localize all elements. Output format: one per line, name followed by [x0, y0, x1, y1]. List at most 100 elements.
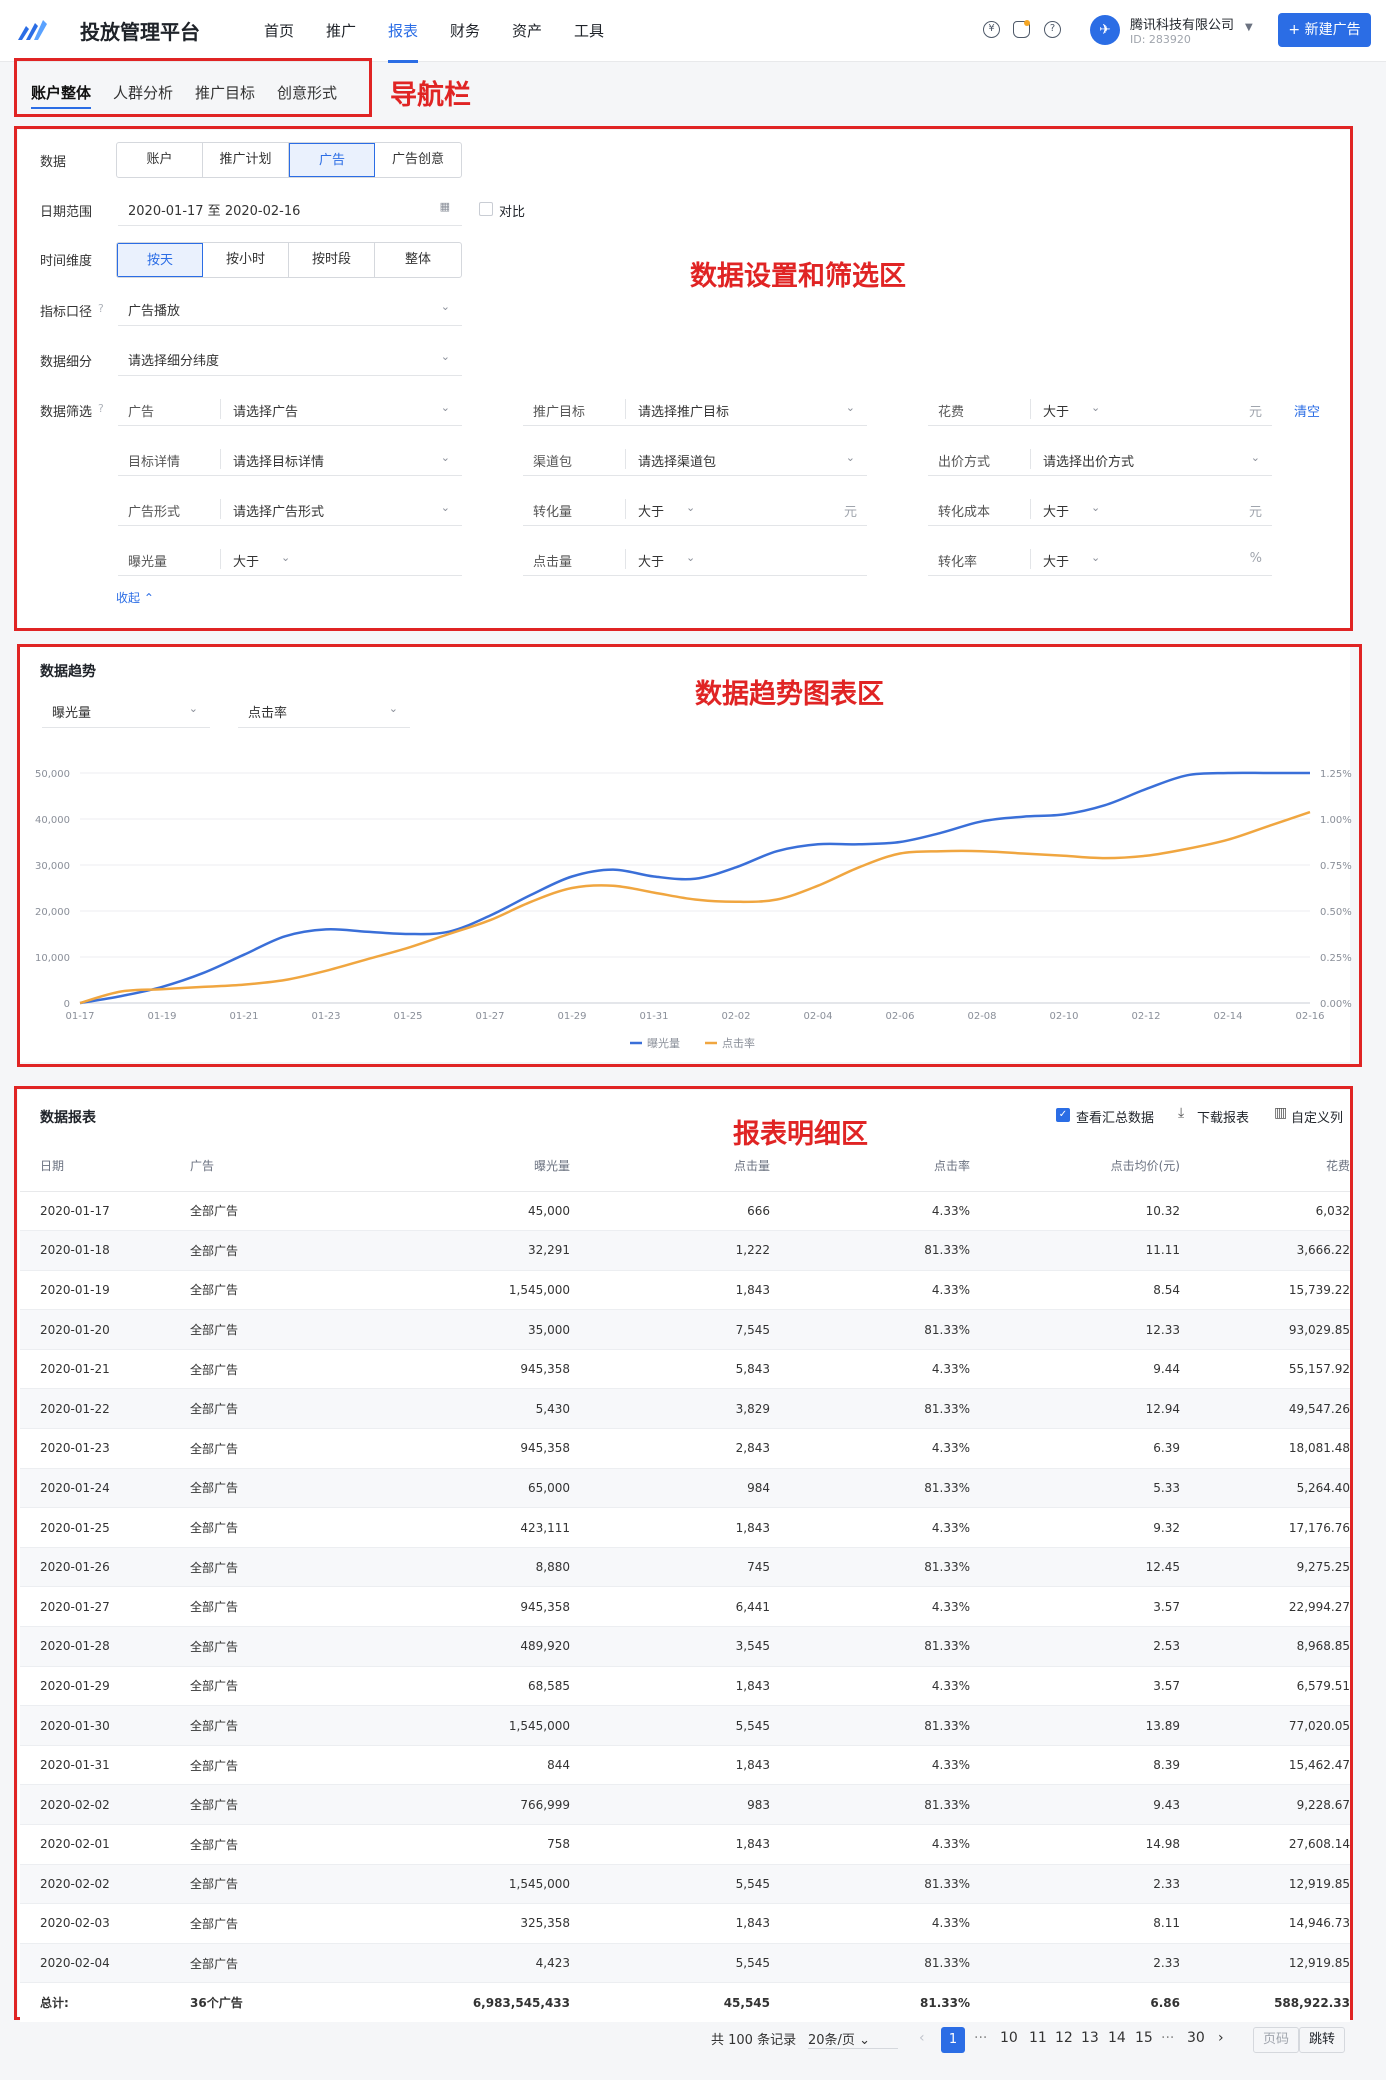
col-clicks[interactable]: 点击量 [570, 1141, 770, 1192]
cell-ad: 全部广告 [170, 1547, 340, 1588]
cell-cost: 3,666.22 [1180, 1230, 1350, 1271]
cell-cost: 9,228.67 [1180, 1784, 1350, 1825]
col-date[interactable]: 日期 [20, 1141, 170, 1192]
table-header-row: 日期 广告 曝光量 点击量 点击率 点击均价(元) 花费 [20, 1141, 1350, 1192]
x-tick: 02-14 [1213, 1011, 1242, 1022]
page-ellipsis[interactable]: ··· [974, 2030, 987, 2046]
prev-page-icon[interactable]: ‹ [919, 2030, 925, 2046]
download-report-button[interactable]: 下载报表 [1197, 1107, 1249, 1126]
cell-date: 2020-01-18 [20, 1230, 170, 1271]
page-13[interactable]: 13 [1081, 2030, 1099, 2046]
cell-cpc: 12.45 [970, 1547, 1180, 1588]
table-row: 2020-01-18 全部广告 32,291 1,222 81.33% 11.11 3,66… [20, 1230, 1350, 1271]
cell-impressions: 5,430 [340, 1388, 570, 1430]
custom-columns-button[interactable]: 自定义列 [1291, 1107, 1343, 1126]
page-1[interactable]: 1 [941, 2027, 965, 2053]
jump-button[interactable]: 跳转 [1299, 2027, 1345, 2053]
table-row: 2020-01-26 全部广告 8,880 745 81.33% 12.45 9,275.2… [20, 1547, 1350, 1588]
cell-ctr: 4.33% [770, 1507, 970, 1548]
cell-impressions: 489,920 [340, 1626, 570, 1667]
page-11[interactable]: 11 [1029, 2030, 1047, 2046]
cell-clicks: 745 [570, 1547, 770, 1588]
x-tick: 02-02 [721, 1011, 750, 1022]
col-cpc[interactable]: 点击均价(元) [970, 1141, 1180, 1192]
col-ctr[interactable]: 点击率 [770, 1141, 970, 1192]
x-tick: 01-21 [229, 1011, 258, 1022]
cell-date: 2020-01-20 [20, 1309, 170, 1350]
y-right-tick: 0.50% [1320, 907, 1352, 918]
cell-date: 2020-01-21 [20, 1349, 170, 1390]
table-total-row: 总计: 36个广告 6,983,545,433 45,545 81.33% 6.86 588… [20, 1982, 1350, 2023]
legend-label: 曝光量 [647, 1036, 680, 1050]
series-line-2 [79, 810, 1311, 1005]
cell-cost: 6,579.51 [1180, 1666, 1350, 1707]
download-icon[interactable]: ⤓ [1178, 1105, 1184, 1121]
cell-ctr: 4.33% [770, 1428, 970, 1469]
page-14[interactable]: 14 [1108, 2030, 1126, 2046]
cell-impressions: 945,358 [340, 1349, 570, 1390]
table-row: 2020-01-20 全部广告 35,000 7,545 81.33% 12.33 93,0… [20, 1309, 1350, 1350]
page-ellipsis[interactable]: ··· [1161, 2030, 1174, 2046]
cell-cost: 18,081.48 [1180, 1428, 1350, 1469]
cell-ctr: 4.33% [770, 1349, 970, 1390]
cell-impressions: 1,545,000 [340, 1705, 570, 1746]
page-size-select[interactable]: 20条/页 ⌄ [808, 2029, 898, 2049]
table-row: 2020-01-29 全部广告 68,585 1,843 4.33% 3.57 6,579.… [20, 1666, 1350, 1707]
col-impressions[interactable]: 曝光量 [340, 1141, 570, 1192]
page-15[interactable]: 15 [1135, 2030, 1153, 2046]
x-tick: 01-27 [475, 1011, 504, 1022]
cell-impressions: 68,585 [340, 1666, 570, 1707]
cell-ctr: 81.33% [770, 1705, 970, 1746]
total-cell-impressions: 6,983,545,433 [340, 1982, 570, 2023]
x-tick: 02-08 [967, 1011, 996, 1022]
page-10[interactable]: 10 [1000, 2030, 1018, 2046]
col-ad[interactable]: 广告 [170, 1141, 340, 1192]
cell-cost: 12,919.85 [1180, 1943, 1350, 1984]
next-page-icon[interactable]: › [1218, 2030, 1224, 2046]
table-row: 2020-01-17 全部广告 45,000 666 4.33% 10.32 6,032 [20, 1191, 1350, 1232]
cell-cpc: 14.98 [970, 1824, 1180, 1865]
cell-clicks: 1,843 [570, 1745, 770, 1786]
cell-impressions: 758 [340, 1824, 570, 1865]
cell-date: 2020-01-28 [20, 1626, 170, 1667]
cell-ctr: 81.33% [770, 1864, 970, 1905]
cell-cost: 5,264.40 [1180, 1468, 1350, 1509]
cell-ad: 全部广告 [170, 1745, 340, 1786]
table-row: 2020-01-30 全部广告 1,545,000 5,545 81.33% 13.89 7… [20, 1705, 1350, 1746]
y-right-tick: 1.00% [1320, 815, 1352, 826]
page-30[interactable]: 30 [1187, 2030, 1205, 2046]
cell-clicks: 1,843 [570, 1507, 770, 1548]
summary-checkbox[interactable]: ✓ [1056, 1108, 1070, 1122]
cell-date: 2020-02-03 [20, 1903, 170, 1944]
cell-cost: 14,946.73 [1180, 1903, 1350, 1944]
cell-ctr: 4.33% [770, 1586, 970, 1628]
goto-page-input[interactable]: 页码 [1253, 2027, 1299, 2053]
cell-cpc: 8.39 [970, 1745, 1180, 1786]
cell-ad: 全部广告 [170, 1388, 340, 1430]
cell-cost: 17,176.76 [1180, 1507, 1350, 1548]
cell-impressions: 325,358 [340, 1903, 570, 1944]
cell-ad: 全部广告 [170, 1230, 340, 1271]
pager-total: 共 100 条记录 [711, 2033, 797, 2048]
columns-icon[interactable]: ▥ [1274, 1105, 1287, 1121]
cell-impressions: 4,423 [340, 1943, 570, 1984]
y-left-tick: 40,000 [35, 815, 70, 826]
cell-ctr: 4.33% [770, 1824, 970, 1865]
cell-clicks: 7,545 [570, 1309, 770, 1350]
table-row: 2020-02-04 全部广告 4,423 5,545 81.33% 2.33 12,919… [20, 1943, 1350, 1984]
trend-chart: 0 0.00% 10,000 0.25% 20,000 0.50% 30,000 0.75% 4… [35, 769, 1352, 1050]
cell-cpc: 3.57 [970, 1586, 1180, 1628]
table-row: 2020-01-24 全部广告 65,000 984 81.33% 5.33 5,264.4… [20, 1468, 1350, 1509]
cell-cpc: 12.94 [970, 1388, 1180, 1430]
table-row: 2020-01-22 全部广告 5,430 3,829 81.33% 12.94 49,54… [20, 1388, 1350, 1430]
cell-cost: 22,994.27 [1180, 1586, 1350, 1628]
y-right-tick: 0.25% [1320, 953, 1352, 964]
cell-date: 2020-01-23 [20, 1428, 170, 1469]
cell-clicks: 666 [570, 1191, 770, 1232]
page-12[interactable]: 12 [1055, 2030, 1073, 2046]
cell-cost: 15,739.22 [1180, 1270, 1350, 1311]
col-cost[interactable]: 花费 [1180, 1141, 1350, 1192]
cell-cpc: 5.33 [970, 1468, 1180, 1509]
cell-cost: 77,020.05 [1180, 1705, 1350, 1746]
cell-impressions: 1,545,000 [340, 1270, 570, 1311]
